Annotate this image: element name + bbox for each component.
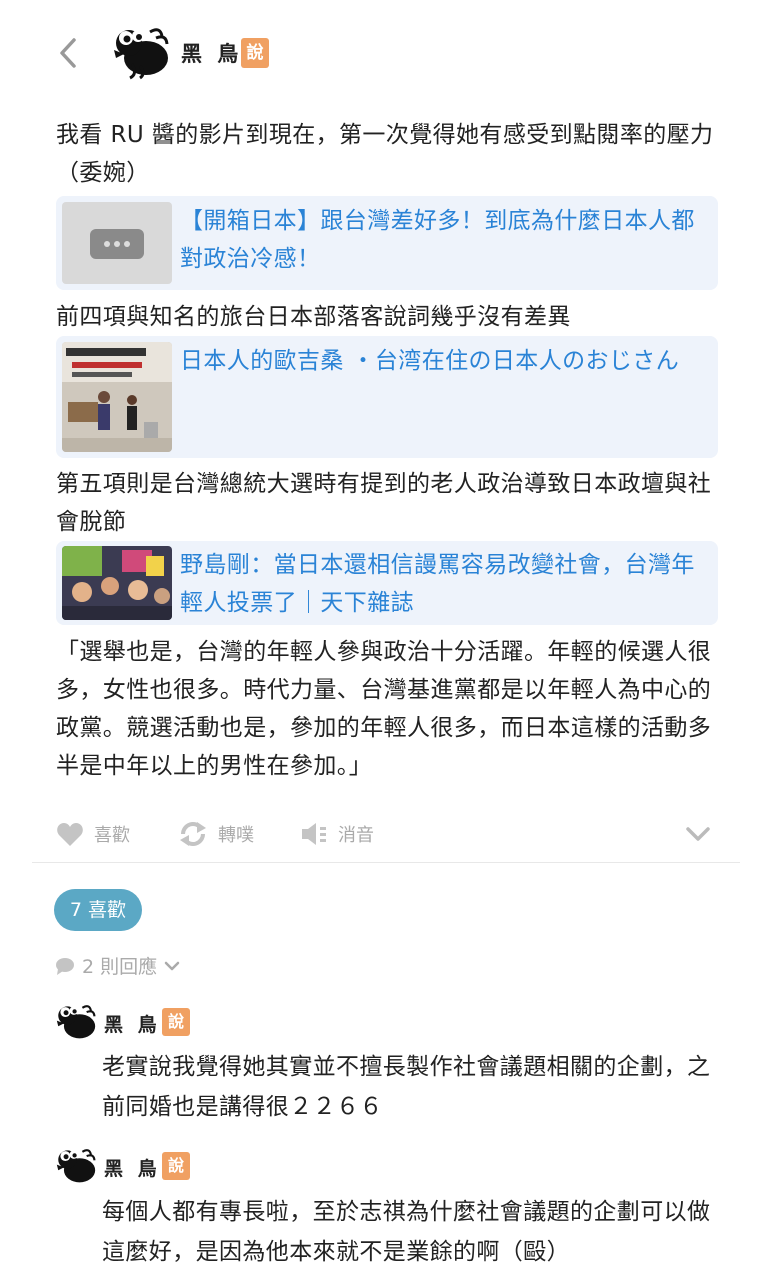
blackbird-avatar-icon xyxy=(114,28,169,80)
reply-avatar[interactable] xyxy=(54,1146,98,1186)
blackbird-avatar-icon xyxy=(56,1005,96,1039)
speech-bubble-icon xyxy=(56,957,74,975)
mute-action[interactable]: 消音 xyxy=(300,818,374,850)
card-thumbnail-placeholder xyxy=(62,202,172,284)
blackbird-avatar-icon xyxy=(56,1149,96,1183)
chevron-down-icon xyxy=(686,827,710,841)
card-title[interactable]: 日本人的歐吉桑 ・台湾在住の日本人のおじさん xyxy=(180,342,704,380)
card-title[interactable]: 野島剛：當日本還相信謾罵容易改變社會，台灣年輕人投票了｜天下雜誌 xyxy=(180,546,704,622)
chevron-left-icon xyxy=(60,38,76,68)
card-title[interactable]: 【開箱日本】跟台灣差好多！到底為什麼日本人都對政治冷感！ xyxy=(180,202,704,278)
reply-text: 老實說我覺得她其實並不擅長製作社會議題相關的企劃，之前同婚也是講得很２２６６ xyxy=(102,1054,711,1120)
repost-icon xyxy=(180,822,206,846)
reply-author-name[interactable]: 黑 鳥 xyxy=(104,1010,161,1037)
says-badge: 說 xyxy=(162,1008,190,1036)
divider xyxy=(32,862,740,863)
likes-count-pill[interactable]: 7 喜歡 xyxy=(54,889,142,931)
speaker-mute-icon xyxy=(302,823,326,845)
reply-text: 每個人都有專長啦，至於志祺為什麼社會議題的企劃可以做這麼好，是因為他本來就不是業… xyxy=(102,1199,711,1265)
says-badge: 說 xyxy=(162,1152,190,1180)
reply-avatar[interactable] xyxy=(54,1002,98,1042)
author-avatar[interactable] xyxy=(110,24,172,80)
link-card-2[interactable]: 日本人的歐吉桑 ・台湾在住の日本人のおじさん xyxy=(56,336,718,458)
post-paragraph-1: 我看 RU 醬的影片到現在，第一次覺得她有感受到點閱率的壓力（委婉） xyxy=(56,122,714,186)
card-thumbnail-video xyxy=(62,342,172,452)
link-card-3[interactable]: 野島剛：當日本還相信謾罵容易改變社會，台灣年輕人投票了｜天下雜誌 xyxy=(56,541,718,625)
expand-button[interactable] xyxy=(684,820,712,848)
heart-icon xyxy=(57,823,83,846)
more-dots-icon xyxy=(90,229,144,259)
post-paragraph-3: 第五項則是台灣總統大選時有提到的老人政治導致日本政壇與社會脫節 xyxy=(56,471,712,535)
like-label: 喜歡 xyxy=(94,825,130,846)
reply-author-name[interactable]: 黑 鳥 xyxy=(104,1154,161,1181)
card-thumbnail-photo xyxy=(62,546,172,620)
crowd-photo-image xyxy=(62,546,172,620)
link-card-1[interactable]: 【開箱日本】跟台灣差好多！到底為什麼日本人都對政治冷感！ xyxy=(56,196,718,290)
says-badge: 說 xyxy=(241,38,269,68)
mute-label: 消音 xyxy=(338,825,374,846)
repost-action[interactable]: 轉噗 xyxy=(178,818,254,850)
video-thumbnail-image xyxy=(62,342,172,452)
reply-count-label: 2 則回應 xyxy=(82,956,158,978)
repost-label: 轉噗 xyxy=(218,825,254,846)
chevron-down-icon xyxy=(164,961,180,970)
post-paragraph-4: 「選舉也是，台灣的年輕人參與政治十分活躍。年輕的候選人很多，女性也很多。時代力量… xyxy=(56,639,712,779)
back-button[interactable] xyxy=(56,36,82,70)
replies-toggle[interactable]: 2 則回應 xyxy=(54,952,181,979)
post-paragraph-2: 前四項與知名的旅台日本部落客說詞幾乎沒有差異 xyxy=(56,304,571,330)
author-name[interactable]: 黑 鳥 xyxy=(181,38,242,68)
like-action[interactable]: 喜歡 xyxy=(56,818,130,850)
